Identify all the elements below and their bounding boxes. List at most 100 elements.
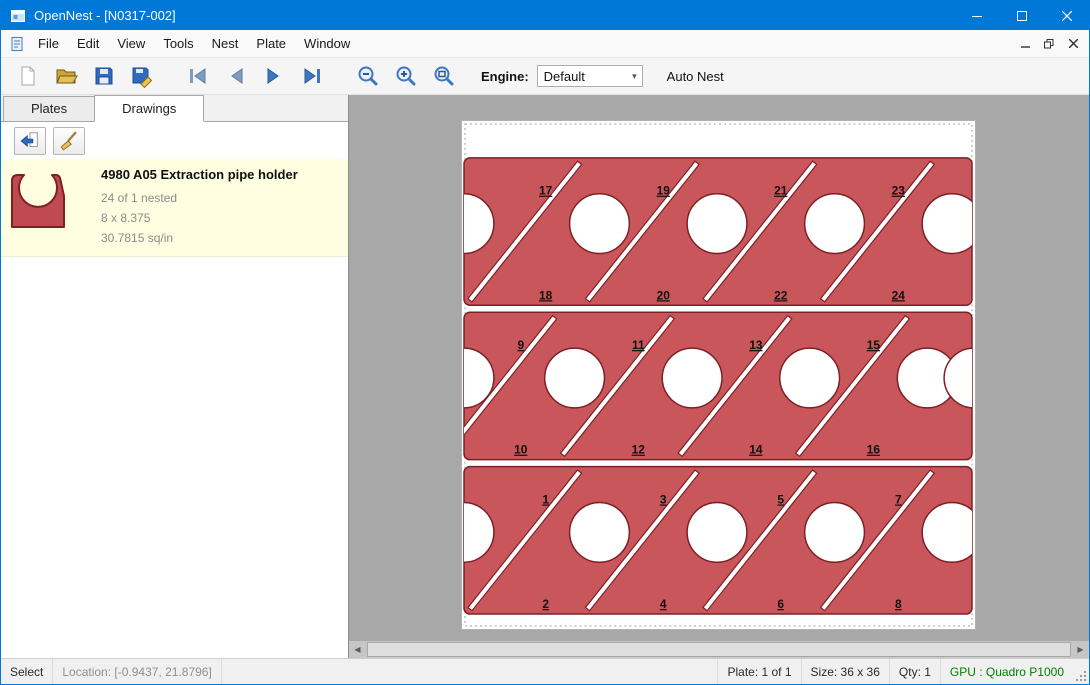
drawing-size: 8 x 8.375	[101, 206, 298, 226]
nest-plate-drawing[interactable]: 171921231820222491113151012141613572468	[462, 121, 975, 629]
part-number-label: 22	[774, 288, 788, 302]
tab-plates[interactable]: Plates	[3, 96, 95, 121]
nest-canvas[interactable]: 171921231820222491113151012141613572468 …	[349, 95, 1089, 658]
part-number-label: 5	[777, 492, 784, 506]
go-next-button[interactable]	[259, 61, 289, 91]
menu-tools[interactable]: Tools	[154, 31, 202, 56]
part-thumbnail	[9, 167, 101, 246]
scroll-right-icon[interactable]: ▶	[1072, 641, 1089, 658]
drawings-toolbar	[1, 122, 348, 159]
mdi-restore-icon[interactable]	[1041, 36, 1057, 52]
import-arrow-icon	[19, 130, 41, 152]
status-plate: Plate: 1 of 1	[717, 659, 800, 684]
go-next-icon	[262, 64, 286, 88]
document-icon[interactable]	[9, 36, 25, 52]
zoom-fit-button[interactable]	[429, 61, 459, 91]
plate[interactable]: 171921231820222491113151012141613572468	[461, 120, 976, 630]
part-number-label: 14	[749, 443, 763, 457]
part-number-label: 12	[632, 443, 646, 457]
part-number-label: 21	[774, 184, 788, 198]
drawing-area: 30.7815 sq/in	[101, 226, 298, 246]
menu-nest[interactable]: Nest	[203, 31, 248, 56]
part-number-label: 24	[892, 288, 906, 302]
scrollbar-thumb[interactable]	[367, 642, 1071, 657]
part-number-label: 23	[892, 184, 906, 198]
menu-view[interactable]: View	[108, 31, 154, 56]
app-window: OpenNest - [N0317-002] File Edit View To…	[0, 0, 1090, 685]
part-number-label: 18	[539, 288, 553, 302]
drawing-nested-count: 24 of 1 nested	[101, 186, 298, 206]
zoom-in-button[interactable]	[391, 61, 421, 91]
go-previous-button[interactable]	[221, 61, 251, 91]
go-first-icon	[186, 64, 210, 88]
main-toolbar: Engine: Default ▾ Auto Nest	[1, 57, 1089, 95]
save-edit-button[interactable]	[127, 61, 157, 91]
minimize-button[interactable]	[954, 1, 999, 30]
title-bar: OpenNest - [N0317-002]	[1, 1, 1089, 30]
drawing-list-item[interactable]: 4980 A05 Extraction pipe holder 24 of 1 …	[1, 159, 348, 257]
scroll-left-icon[interactable]: ◀	[349, 641, 366, 658]
part-number-label: 20	[657, 288, 671, 302]
status-size: Size: 36 x 36	[801, 659, 889, 684]
menu-bar: File Edit View Tools Nest Plate Window	[1, 30, 1089, 57]
part-number-label: 1	[542, 492, 549, 506]
mdi-window-controls	[1017, 36, 1089, 52]
go-last-button[interactable]	[297, 61, 327, 91]
part-number-label: 7	[895, 492, 902, 506]
go-previous-icon	[224, 64, 248, 88]
menu-edit[interactable]: Edit	[68, 31, 108, 56]
status-location: Location: [-0.9437, 21.8796]	[53, 659, 221, 684]
save-button[interactable]	[89, 61, 119, 91]
status-gpu: GPU : Quadro P1000	[940, 659, 1073, 684]
part-number-label: 13	[749, 338, 763, 352]
part-number-label: 19	[657, 184, 671, 198]
window-title: OpenNest - [N0317-002]	[34, 8, 954, 23]
save-icon	[92, 64, 116, 88]
maximize-button[interactable]	[999, 1, 1044, 30]
app-icon	[10, 8, 26, 24]
close-button[interactable]	[1044, 1, 1089, 30]
part-number-label: 10	[514, 443, 528, 457]
engine-value: Default	[544, 69, 585, 84]
part-number-label: 2	[542, 597, 549, 611]
resize-grip[interactable]	[1073, 659, 1089, 684]
zoom-fit-icon	[432, 64, 456, 88]
status-spacer	[222, 659, 718, 684]
zoom-out-button[interactable]	[353, 61, 383, 91]
new-file-icon	[16, 64, 40, 88]
menu-plate[interactable]: Plate	[247, 31, 295, 56]
status-mode: Select	[1, 659, 53, 684]
go-first-button[interactable]	[183, 61, 213, 91]
menu-window[interactable]: Window	[295, 31, 359, 56]
sidebar-tabs: Plates Drawings	[1, 95, 348, 122]
chevron-down-icon: ▾	[632, 71, 642, 82]
mdi-close-icon[interactable]	[1065, 36, 1081, 52]
part-shape-icon	[9, 169, 67, 231]
engine-dropdown[interactable]: Default ▾	[537, 65, 643, 87]
zoom-in-icon	[394, 64, 418, 88]
save-edit-icon	[130, 64, 154, 88]
mdi-minimize-icon[interactable]	[1017, 36, 1033, 52]
main-area: Plates Drawings 4980 A05 Extractio	[1, 95, 1089, 658]
go-last-icon	[300, 64, 324, 88]
status-qty: Qty: 1	[889, 659, 940, 684]
part-number-label: 11	[632, 338, 645, 352]
broom-icon	[58, 130, 80, 152]
tab-drawings[interactable]: Drawings	[94, 95, 204, 122]
part-number-label: 16	[867, 443, 881, 457]
clean-button[interactable]	[53, 127, 85, 155]
drawing-title: 4980 A05 Extraction pipe holder	[101, 167, 298, 182]
open-folder-icon	[54, 64, 78, 88]
new-button[interactable]	[13, 61, 43, 91]
open-button[interactable]	[51, 61, 81, 91]
menu-file[interactable]: File	[29, 31, 68, 56]
part-number-label: 17	[539, 184, 553, 198]
zoom-out-icon	[356, 64, 380, 88]
engine-label: Engine:	[481, 69, 529, 84]
part-number-label: 3	[660, 492, 667, 506]
sidebar: Plates Drawings 4980 A05 Extractio	[1, 95, 349, 658]
part-number-label: 6	[777, 597, 784, 611]
auto-nest-button[interactable]: Auto Nest	[661, 65, 730, 88]
import-drawing-button[interactable]	[14, 127, 46, 155]
drawing-list-empty-area[interactable]	[1, 257, 348, 658]
